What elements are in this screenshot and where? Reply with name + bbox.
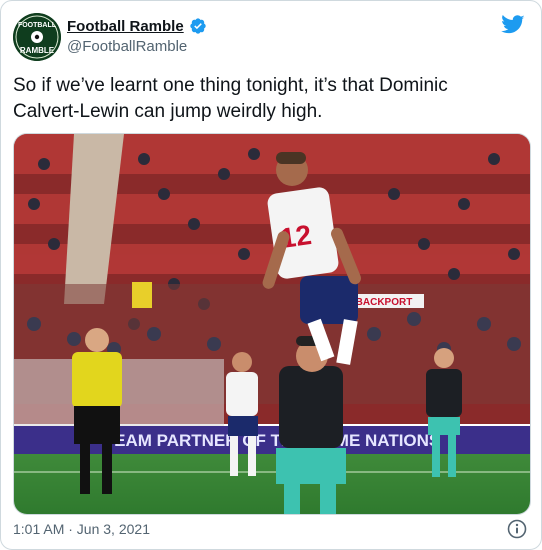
board-text: BACKPORT xyxy=(356,297,413,308)
tweet-card: FOOTBALL RAMBLE Football Ramble @Footbal… xyxy=(0,0,542,550)
banner-text: TEAM PARTNER OF THE HOME NATIONS xyxy=(104,431,441,450)
author-block: Football Ramble @FootballRamble xyxy=(67,17,207,55)
display-name[interactable]: Football Ramble xyxy=(67,18,184,35)
tweet-media[interactable]: BACKPORT TEAM PARTNER OF THE HOME NATION… xyxy=(13,133,531,515)
tweet-text: So if we’ve learnt one thing tonight, it… xyxy=(13,75,448,122)
timestamp[interactable]: 1:01 AM · Jun 3, 2021 xyxy=(13,521,150,537)
avatar[interactable]: FOOTBALL RAMBLE xyxy=(13,13,61,61)
handle[interactable]: @FootballRamble xyxy=(67,38,207,55)
twitter-bird-icon[interactable] xyxy=(501,15,525,35)
verified-badge-icon xyxy=(190,18,206,34)
avatar-text-bottom: RAMBLE xyxy=(20,46,55,55)
avatar-text-top: FOOTBALL xyxy=(18,22,57,29)
info-icon[interactable] xyxy=(507,519,527,539)
